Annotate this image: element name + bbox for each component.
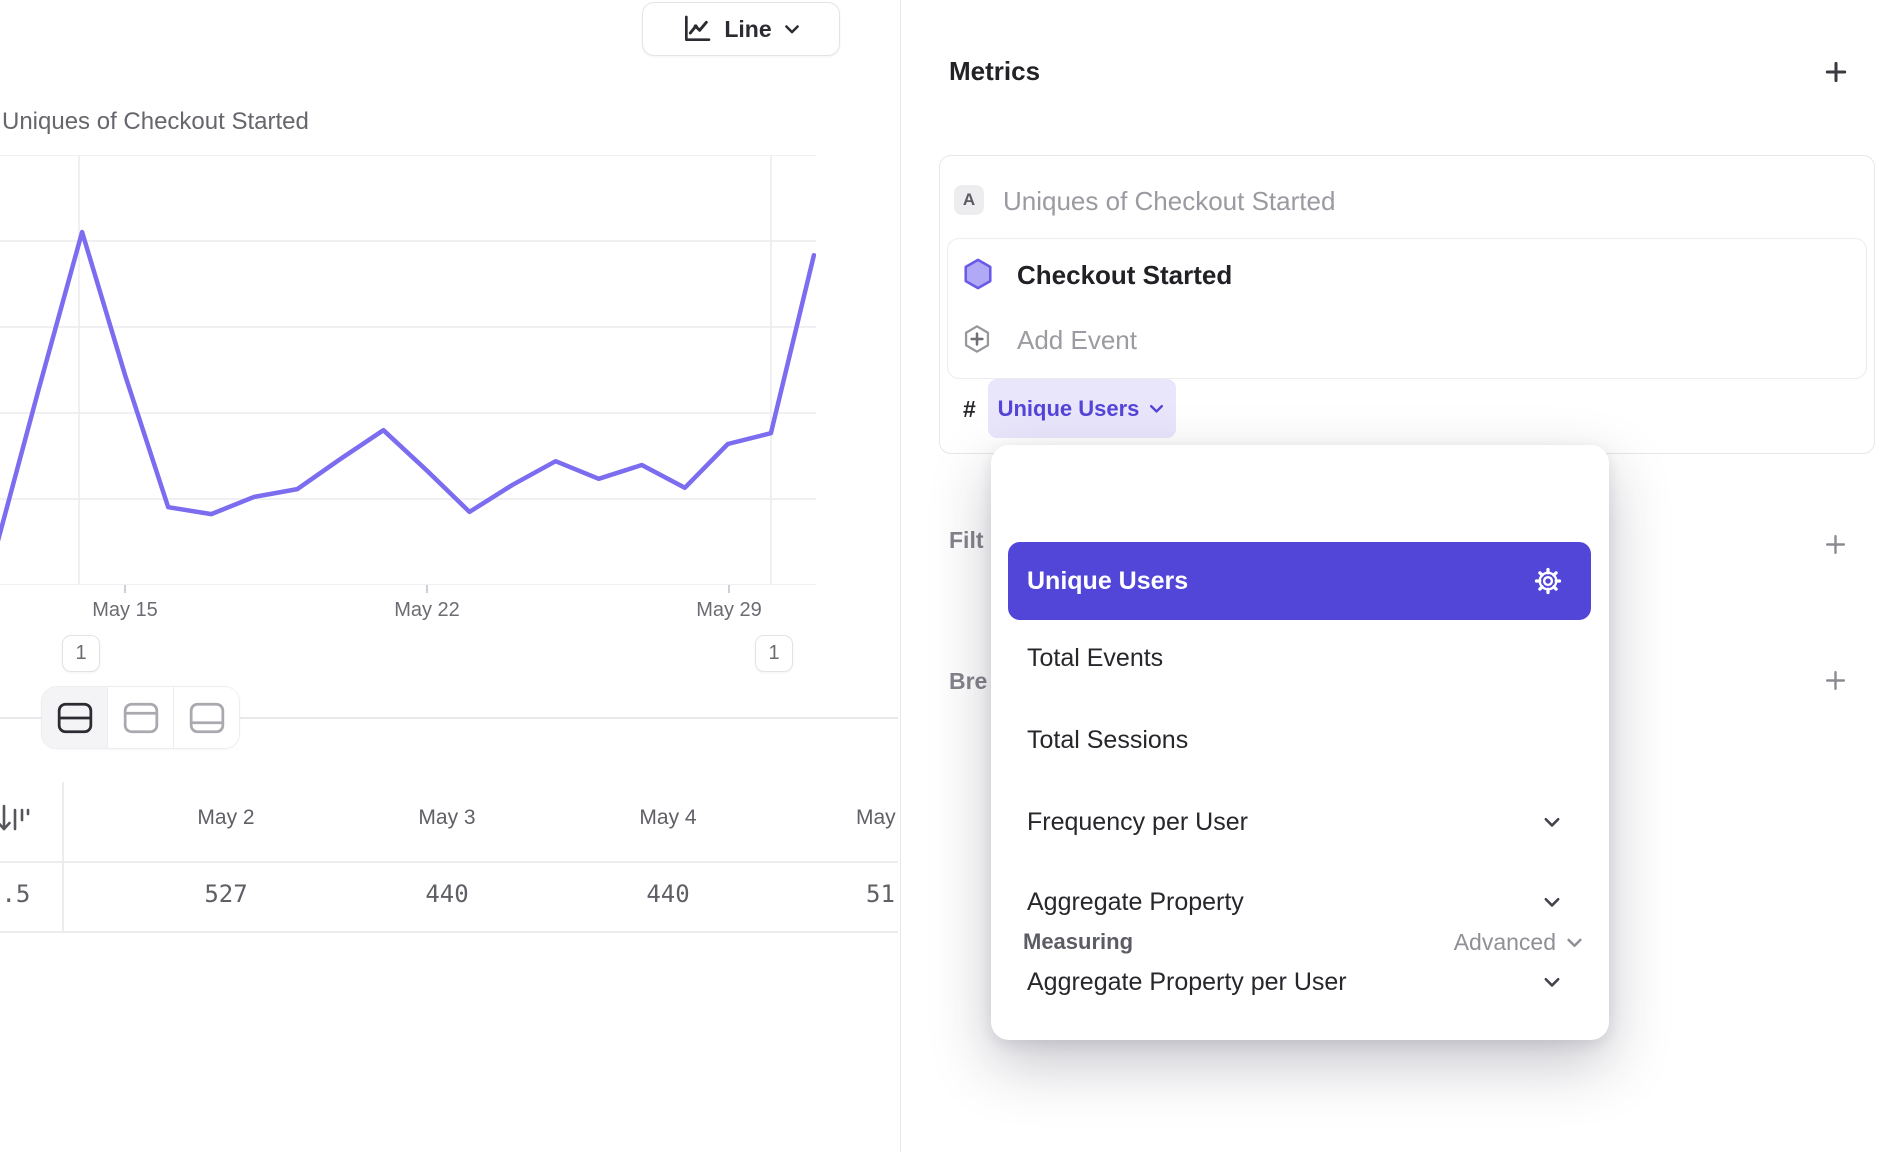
split-view-button[interactable]: [42, 687, 107, 748]
option-label: Unique Users: [1027, 567, 1188, 596]
table-column-separator: [62, 782, 64, 932]
measuring-option-total-sessions[interactable]: Total Sessions: [1008, 710, 1591, 770]
option-label: Total Events: [1027, 644, 1163, 673]
chart-title: Uniques of Checkout Started: [2, 108, 309, 136]
add-filter-button[interactable]: [1823, 532, 1849, 558]
chevron-down-icon: [1541, 971, 1563, 993]
x-axis-tick: [728, 585, 730, 593]
x-axis-tick: [426, 585, 428, 593]
gear-icon[interactable]: [1533, 566, 1563, 596]
view-layout-toggle: [41, 686, 240, 749]
chart-type-label: Line: [724, 16, 771, 43]
measuring-option-total-events[interactable]: Total Events: [1008, 628, 1591, 688]
filters-section-title: Filt: [949, 527, 992, 554]
metric-letter-badge: A: [954, 185, 984, 215]
split-view-icon: [56, 701, 94, 735]
chevron-down-icon: [1541, 891, 1563, 913]
table-cell-value: 527: [204, 880, 247, 908]
table-cell-value: 51: [866, 880, 895, 908]
table-cell-value: 440: [646, 880, 689, 908]
chart-type-button[interactable]: Line: [642, 2, 840, 56]
table-row-label: 0.5: [0, 880, 30, 908]
add-event-button[interactable]: Add Event: [1017, 325, 1137, 356]
analytics-report-builder: Line Uniques of Checkout Started 1 1: [0, 0, 1898, 1152]
metric-name[interactable]: Uniques of Checkout Started: [1003, 186, 1335, 217]
event-name[interactable]: Checkout Started: [1017, 260, 1232, 291]
chevron-down-icon: [1564, 932, 1585, 953]
breakdowns-section-title: Bre: [949, 668, 996, 695]
event-hexagon-icon: [961, 255, 995, 293]
x-axis-tick: [124, 585, 126, 593]
table-column-header[interactable]: May 3: [418, 806, 475, 830]
chart-panel: Line Uniques of Checkout Started 1 1: [0, 0, 900, 1152]
line-chart[interactable]: [0, 155, 816, 585]
table-header-divider: [0, 861, 898, 863]
option-label: Aggregate Property: [1027, 888, 1244, 917]
measuring-dropdown: Measuring Advanced Unique UsersTotal Eve…: [991, 445, 1609, 1040]
table-column-header[interactable]: May 4: [639, 806, 696, 830]
option-label: Aggregate Property per User: [1027, 968, 1347, 997]
measuring-option-unique-users[interactable]: Unique Users: [1008, 542, 1591, 620]
page-badge-left[interactable]: 1: [62, 635, 100, 672]
measure-chip-label: Unique Users: [998, 396, 1140, 422]
measure-prefix-symbol: #: [963, 396, 976, 423]
sort-descending-icon[interactable]: [0, 800, 30, 838]
option-label: Total Sessions: [1027, 726, 1188, 755]
measuring-option-frequency-per-user[interactable]: Frequency per User: [1008, 792, 1591, 852]
chevron-down-icon: [1147, 399, 1166, 418]
table-cell-value: 440: [425, 880, 468, 908]
table-column-header[interactable]: May 2: [197, 806, 254, 830]
table-column-header[interactable]: May: [856, 806, 896, 830]
chevron-down-icon: [1541, 811, 1563, 833]
add-breakdown-button[interactable]: [1823, 668, 1849, 694]
option-label: Frequency per User: [1027, 808, 1248, 837]
x-axis-tick-label: May 29: [659, 599, 799, 622]
bottom-pane-icon: [188, 701, 226, 735]
chart-only-view-button[interactable]: [107, 687, 173, 748]
measuring-option-aggregate-property[interactable]: Aggregate Property: [1008, 872, 1591, 932]
table-row-divider: [0, 931, 898, 933]
top-pane-icon: [122, 701, 160, 735]
chevron-down-icon: [782, 19, 802, 39]
metrics-section-title: Metrics: [949, 56, 1040, 87]
measuring-option-aggregate-property-per-user[interactable]: Aggregate Property per User: [1008, 952, 1591, 1012]
x-axis-tick-label: May 15: [55, 599, 195, 622]
query-panel: Metrics A Uniques of Checkout Started Ch…: [900, 0, 1898, 1152]
page-badge-right[interactable]: 1: [755, 635, 793, 672]
measure-selector-chip[interactable]: Unique Users: [988, 379, 1176, 438]
add-metric-button[interactable]: [1823, 59, 1849, 85]
add-event-hexagon-icon[interactable]: [961, 321, 993, 357]
table-only-view-button[interactable]: [173, 687, 239, 748]
x-axis-tick-label: May 22: [357, 599, 497, 622]
line-chart-icon: [680, 13, 714, 45]
